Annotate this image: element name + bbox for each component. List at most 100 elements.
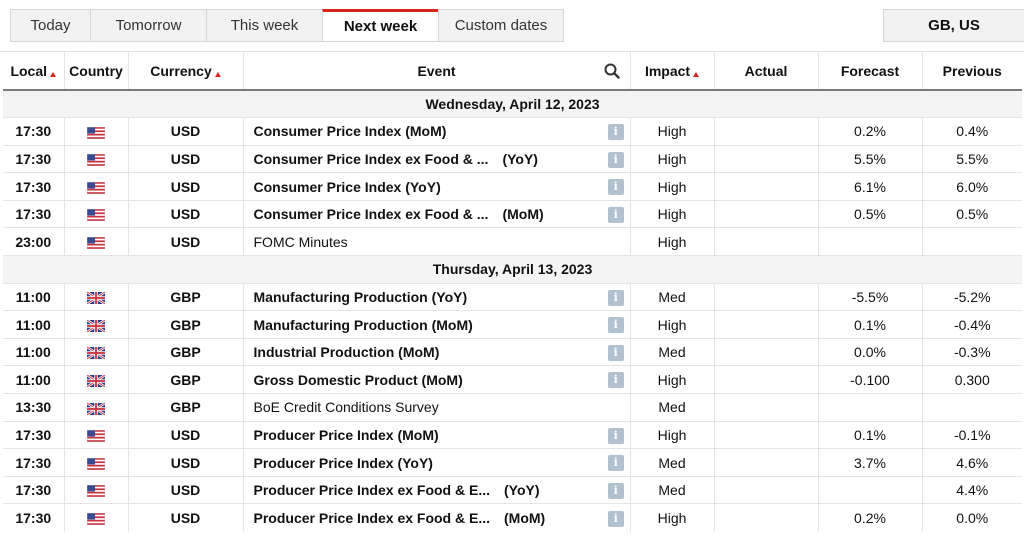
event-title[interactable]: Producer Price Index ex Food & E... — [254, 482, 491, 498]
column-actual: Actual — [713, 52, 818, 91]
event-currency: GBP — [127, 310, 243, 339]
tab-this-week[interactable]: This week — [206, 9, 322, 42]
event-period: (YoY) — [502, 150, 538, 167]
tab-tomorrow[interactable]: Tomorrow — [90, 9, 206, 42]
info-icon[interactable]: i — [607, 482, 624, 499]
event-row[interactable]: 17:30 USD Producer Price Index ex Food & … — [3, 503, 1022, 532]
tab-next-week[interactable]: Next week — [322, 9, 438, 42]
info-icon[interactable]: i — [607, 151, 624, 168]
event-impact: Med — [629, 393, 714, 422]
event-name[interactable]: Manufacturing Production (MoM) — [242, 310, 602, 339]
column-currency[interactable]: Currency — [127, 52, 243, 91]
event-currency: USD — [127, 117, 243, 146]
event-previous: 0.300 — [921, 365, 1022, 394]
info-icon[interactable]: i — [607, 344, 624, 361]
event-title[interactable]: Consumer Price Index (YoY) — [254, 179, 441, 195]
period-tabs: Today Tomorrow This week Next week Custom da… — [10, 9, 564, 42]
event-row[interactable]: 11:00 GBP Gross Domestic Product (MoM) i Hi… — [3, 365, 1022, 394]
us-flag-icon — [87, 457, 105, 470]
event-row[interactable]: 23:00 USD FOMC Minutes High — [3, 227, 1022, 256]
us-flag-icon — [87, 209, 105, 222]
event-title[interactable]: Producer Price Index ex Food & E... — [254, 510, 491, 526]
event-title[interactable]: Manufacturing Production (YoY) — [254, 289, 468, 305]
event-impact: High — [629, 420, 714, 449]
event-name[interactable]: Manufacturing Production (YoY) — [242, 282, 602, 311]
event-name[interactable]: Industrial Production (MoM) — [242, 337, 602, 366]
event-forecast: -5.5% — [817, 282, 922, 311]
event-forecast: 0.1% — [817, 310, 922, 339]
info-cell: i — [602, 310, 630, 339]
event-name[interactable]: Consumer Price Index (MoM) — [242, 117, 602, 146]
event-row[interactable]: 17:30 USD Producer Price Index (MoM) i High… — [3, 420, 1022, 449]
column-impact[interactable]: Impact — [629, 52, 714, 91]
column-event[interactable]: Event — [242, 52, 630, 91]
event-title[interactable]: Consumer Price Index ex Food & ... — [254, 151, 489, 167]
info-icon[interactable]: i — [607, 427, 624, 444]
event-title[interactable]: BoE Credit Conditions Survey — [254, 399, 439, 415]
sort-indicator-icon — [50, 71, 57, 77]
search-icon[interactable] — [604, 63, 620, 79]
event-name[interactable]: Consumer Price Index (YoY) — [242, 172, 602, 201]
event-row[interactable]: 17:30 USD Consumer Price Index (YoY) i High… — [3, 172, 1022, 201]
info-icon[interactable]: i — [607, 317, 624, 334]
event-name[interactable]: Consumer Price Index ex Food & ... (MoM) — [242, 199, 602, 228]
event-name[interactable]: Gross Domestic Product (MoM) — [242, 365, 602, 394]
event-forecast: 0.2% — [817, 117, 922, 146]
event-name[interactable]: Producer Price Index ex Food & E... (YoY) — [242, 475, 602, 504]
event-time: 17:30 — [3, 475, 64, 504]
event-row[interactable]: 11:00 GBP Manufacturing Production (MoM) i… — [3, 310, 1022, 339]
tab-custom-dates[interactable]: Custom dates — [438, 9, 564, 42]
info-icon[interactable]: i — [607, 179, 624, 196]
event-currency: USD — [127, 227, 243, 256]
event-actual — [713, 144, 818, 173]
event-name[interactable]: FOMC Minutes — [242, 227, 602, 256]
event-impact: High — [629, 310, 714, 339]
region-filter-button[interactable]: GB, US — [883, 9, 1024, 42]
event-title[interactable]: FOMC Minutes — [254, 234, 348, 250]
event-row[interactable]: 17:30 USD Consumer Price Index ex Food & … — [3, 144, 1022, 173]
event-impact: Med — [629, 337, 714, 366]
event-period: (YoY) — [504, 482, 540, 499]
event-name[interactable]: BoE Credit Conditions Survey — [242, 393, 602, 422]
info-icon[interactable]: i — [607, 289, 624, 306]
event-time: 11:00 — [3, 310, 64, 339]
info-icon[interactable]: i — [607, 510, 624, 527]
event-title[interactable]: Consumer Price Index ex Food & ... — [254, 206, 489, 222]
event-name[interactable]: Producer Price Index (YoY) — [242, 448, 602, 477]
country-flag — [63, 117, 128, 146]
event-row[interactable]: 17:30 USD Consumer Price Index (MoM) i High… — [3, 117, 1022, 146]
event-row[interactable]: 13:30 GBP BoE Credit Conditions Survey Med — [3, 393, 1022, 422]
tab-today[interactable]: Today — [10, 9, 90, 42]
event-title[interactable]: Producer Price Index (YoY) — [254, 455, 433, 471]
event-title[interactable]: Manufacturing Production (MoM) — [254, 317, 473, 333]
event-title[interactable]: Producer Price Index (MoM) — [254, 427, 439, 443]
event-row[interactable]: 17:30 USD Producer Price Index (YoY) i Med 3… — [3, 448, 1022, 477]
info-cell: i — [602, 365, 630, 394]
event-name[interactable]: Producer Price Index (MoM) — [242, 420, 602, 449]
column-local[interactable]: Local — [3, 52, 64, 91]
event-title[interactable]: Consumer Price Index (MoM) — [254, 123, 447, 139]
country-flag — [63, 337, 128, 366]
info-icon[interactable]: i — [607, 455, 624, 472]
event-currency: USD — [127, 420, 243, 449]
info-icon[interactable]: i — [607, 206, 624, 223]
event-row[interactable]: 17:30 USD Producer Price Index ex Food & … — [3, 475, 1022, 504]
event-impact: High — [629, 117, 714, 146]
event-impact: High — [629, 172, 714, 201]
us-flag-icon — [87, 154, 105, 167]
event-row[interactable]: 11:00 GBP Industrial Production (MoM) i Med… — [3, 337, 1022, 366]
event-row[interactable]: 11:00 GBP Manufacturing Production (YoY) i… — [3, 282, 1022, 311]
event-title[interactable]: Industrial Production (MoM) — [254, 344, 440, 360]
event-name[interactable]: Producer Price Index ex Food & E... (MoM) — [242, 503, 602, 532]
info-icon[interactable]: i — [607, 372, 624, 389]
table-header-row: Local Country Currency Event Impact Actu… — [3, 52, 1022, 91]
event-title[interactable]: Gross Domestic Product (MoM) — [254, 372, 463, 388]
event-impact: High — [629, 144, 714, 173]
event-time: 23:00 — [3, 227, 64, 256]
info-icon[interactable]: i — [607, 124, 624, 141]
event-previous: 4.4% — [921, 475, 1022, 504]
event-name[interactable]: Consumer Price Index ex Food & ... (YoY) — [242, 144, 602, 173]
column-country[interactable]: Country — [63, 52, 128, 91]
event-row[interactable]: 17:30 USD Consumer Price Index ex Food & … — [3, 199, 1022, 228]
date-group-row: Thursday, April 13, 2023 — [3, 255, 1022, 284]
